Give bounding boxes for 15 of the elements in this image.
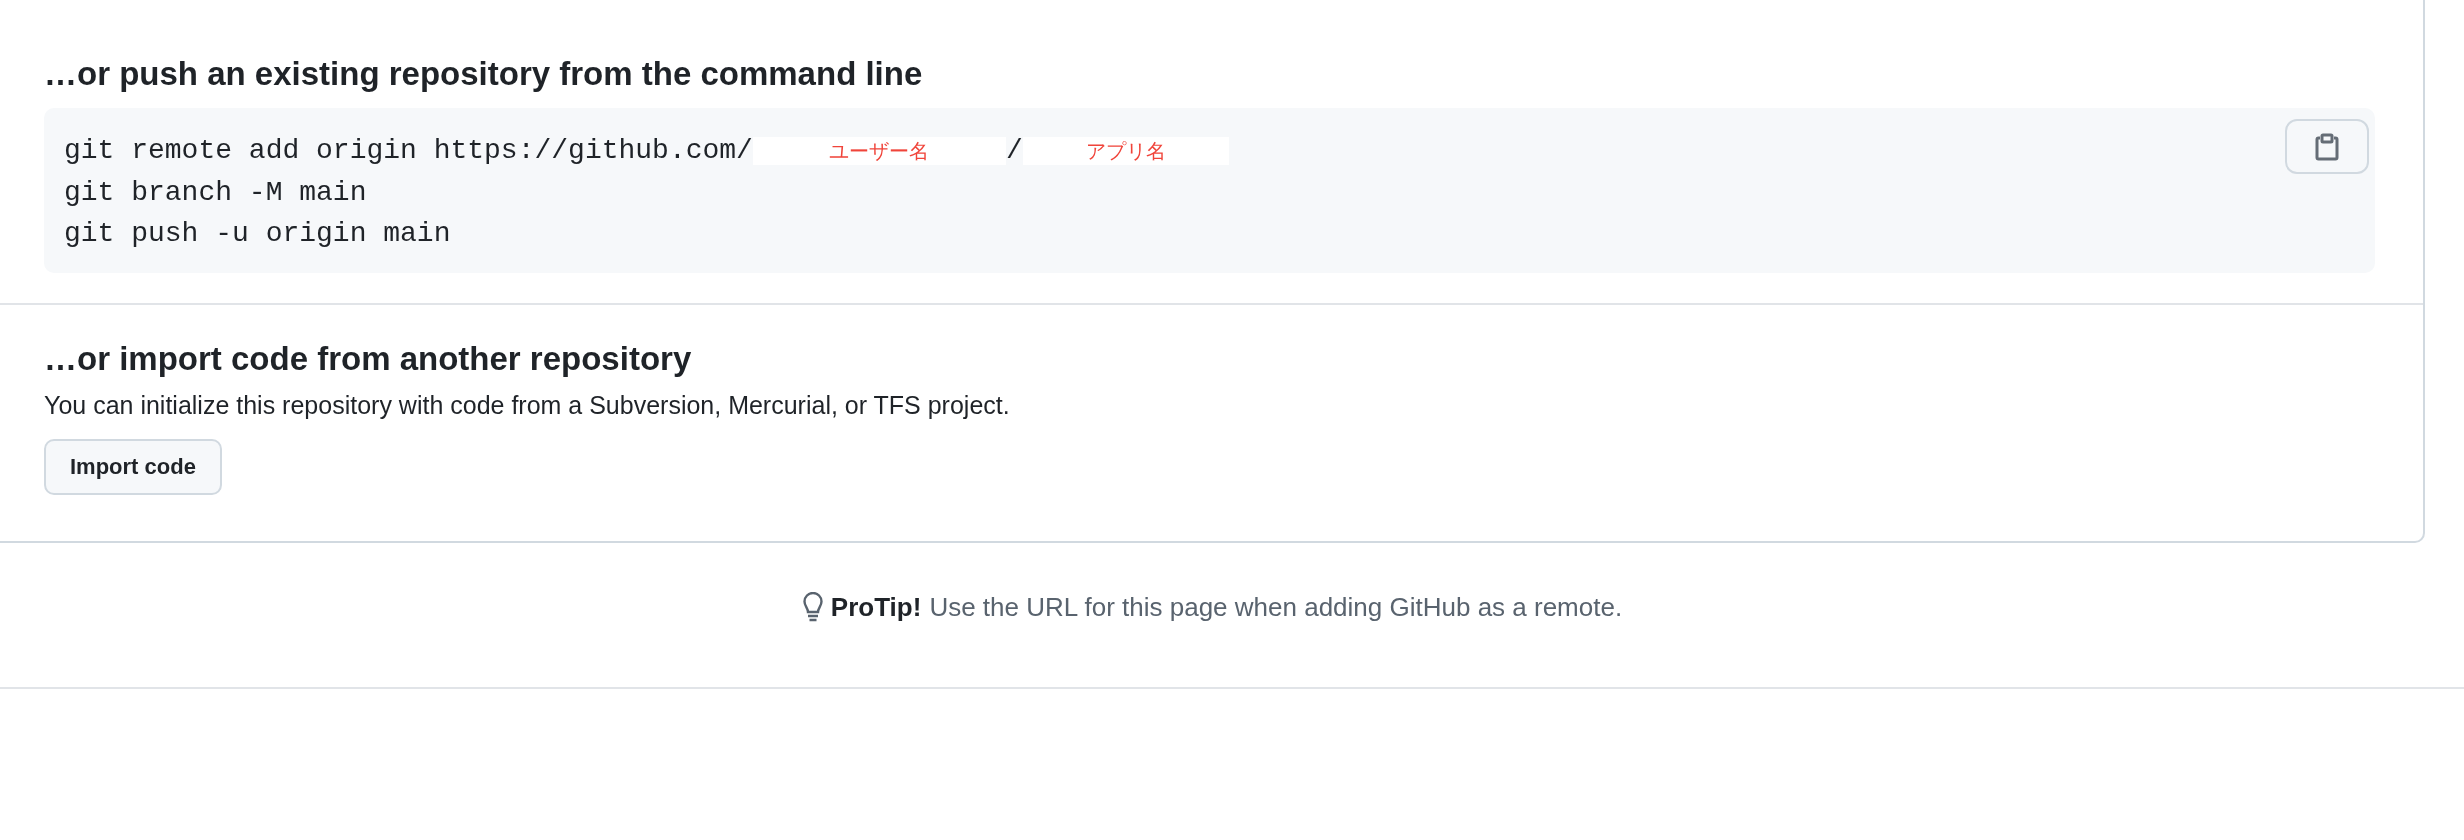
section-heading: …or import code from another repository bbox=[44, 339, 693, 379]
copy-button[interactable] bbox=[2285, 119, 2369, 174]
annotation-label: ユーザー名 bbox=[752, 136, 1006, 165]
import-code-button[interactable]: Import code bbox=[44, 439, 222, 495]
annotation-label: アプリ名 bbox=[1022, 136, 1229, 165]
code-text: / bbox=[1005, 135, 1023, 167]
code-text: git push -u origin main bbox=[64, 218, 451, 250]
code-text: git remote add origin https://github.com/ bbox=[64, 135, 753, 167]
protip-label: ProTip! bbox=[830, 591, 922, 623]
lightbulb-icon bbox=[802, 592, 823, 622]
section-heading: …or push an existing repository from the command line bbox=[44, 54, 924, 94]
protip-text: Use the URL for this page when adding GitHub as a remote. bbox=[929, 591, 1623, 623]
description-text: You can initialize this repository with code from a Subversion, Mercurial, or TFS project. bbox=[44, 390, 1011, 421]
code-text: git branch -M main bbox=[64, 176, 367, 208]
clipboard-icon bbox=[2315, 132, 2339, 161]
